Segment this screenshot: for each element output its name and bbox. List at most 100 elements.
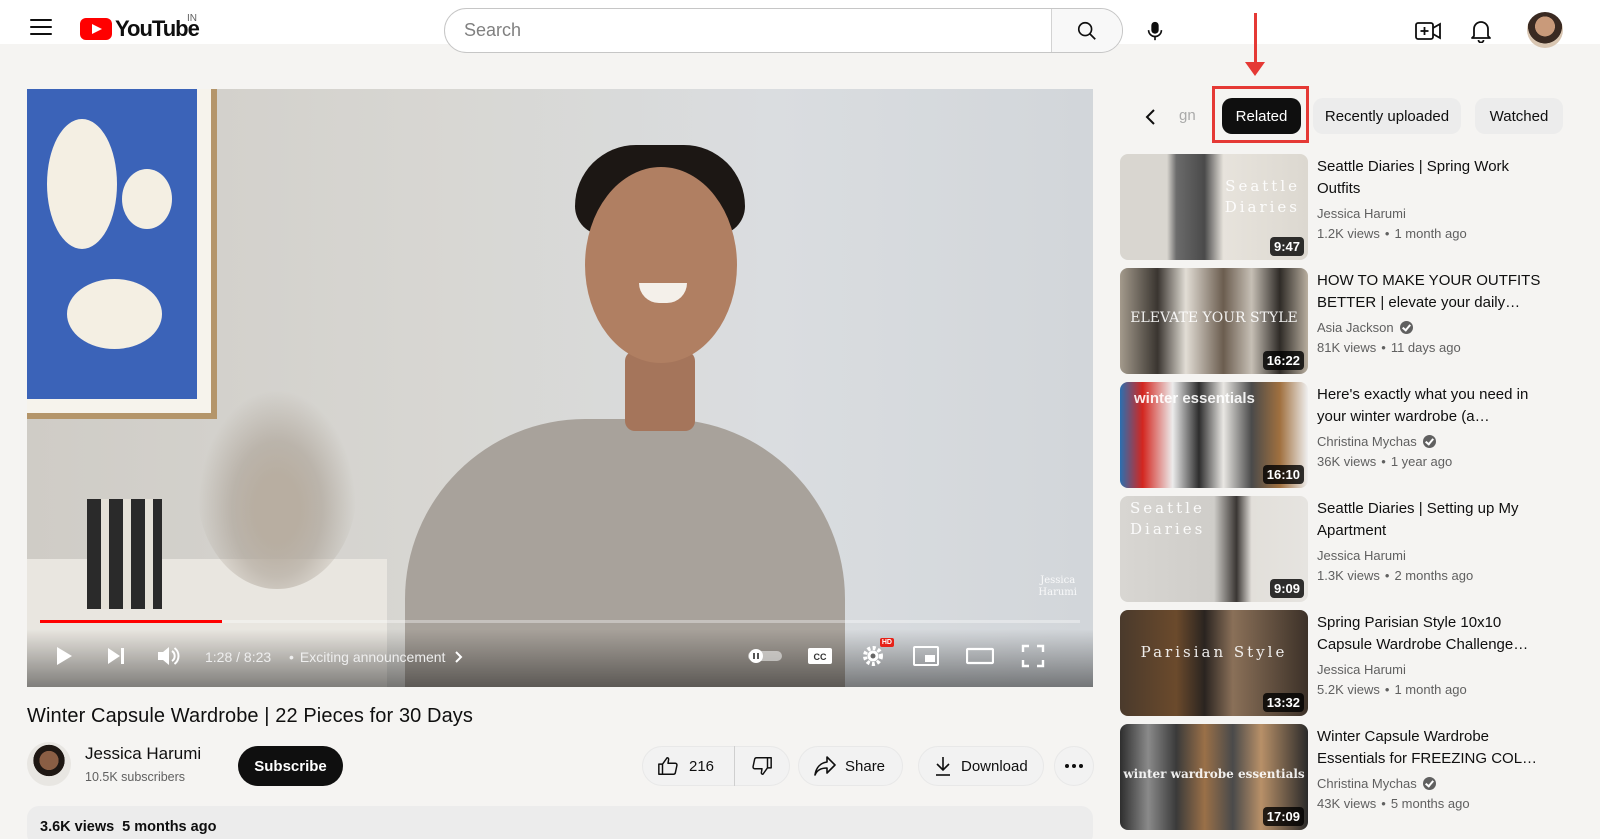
related-video[interactable]: winter essentials 16:10 Here's exactly w… (1120, 382, 1560, 490)
miniplayer-button[interactable] (911, 641, 941, 671)
create-button[interactable] (1413, 16, 1443, 46)
youtube-logo[interactable]: YouTube (80, 16, 200, 41)
play-icon (57, 647, 72, 665)
progress-bar[interactable] (40, 620, 1080, 623)
related-video[interactable]: Seattle Diaries 9:47 Seattle Diaries | Sp… (1120, 154, 1560, 262)
video-thumbnail: winter wardrobe essentials 17:09 (1120, 724, 1308, 830)
video-thumbnail: Seattle Diaries 9:09 (1120, 496, 1308, 602)
related-video-meta: 81K views • 11 days ago (1317, 340, 1461, 355)
video-player[interactable]: Jessica Harumi 1:28 / 8:23 • Exciting an… (27, 89, 1093, 687)
upload-date: 5 months ago (122, 819, 217, 835)
settings-button[interactable]: HD (858, 638, 894, 671)
time-display: 1:28 / 8:23 (205, 649, 272, 665)
fullscreen-icon (1021, 644, 1045, 668)
video-duration: 16:22 (1262, 351, 1304, 370)
description-stats: 3.6K views 5 months ago (40, 819, 216, 835)
chip-recently-uploaded[interactable]: Recently uploaded (1313, 98, 1461, 134)
related-video-meta: 5.2K views • 1 month ago (1317, 682, 1467, 697)
notifications-button[interactable] (1466, 16, 1496, 46)
search-box (444, 8, 1123, 53)
share-button[interactable]: Share (798, 746, 903, 786)
top-bar: YouTube IN (0, 0, 1600, 53)
annotation-arrow-line (1254, 13, 1257, 63)
thumbs-down-icon (752, 757, 772, 775)
volume-button[interactable] (153, 641, 183, 671)
share-label: Share (845, 757, 886, 775)
subscribe-button[interactable]: Subscribe (238, 746, 343, 786)
youtube-play-icon (80, 18, 112, 40)
dislike-button[interactable] (735, 746, 789, 786)
chip-partial[interactable]: gn (1179, 104, 1196, 128)
chip-watched[interactable]: Watched (1475, 98, 1563, 134)
theater-mode-button[interactable] (963, 641, 997, 671)
video-books (87, 499, 162, 609)
related-video-title: Here's exactly what you need in your win… (1317, 386, 1529, 425)
download-button[interactable]: Download (918, 746, 1044, 786)
thumbnail-text: Seattle Diaries (1130, 499, 1206, 538)
video-watermark: Jessica Harumi (1038, 575, 1077, 598)
related-video[interactable]: ELEVATE YOUR STYLE 16:22 HOW TO MAKE YOU… (1120, 268, 1560, 376)
related-video[interactable]: Seattle Diaries 9:09 Seattle Diaries | Se… (1120, 496, 1560, 604)
video-duration: 13:32 (1262, 693, 1304, 712)
chapter-title[interactable]: • Exciting announcement (289, 649, 465, 665)
closed-captions-icon: CC (808, 648, 832, 664)
related-video-channel: Christina Mychas (1317, 434, 1436, 449)
thumbs-up-icon (658, 757, 678, 775)
captions-button[interactable]: CC (805, 641, 835, 671)
related-video-title: Seattle Diaries | Setting up My Apartmen… (1317, 500, 1519, 539)
video-thumbnail: Parisian Style 13:32 (1120, 610, 1308, 716)
related-video-title: HOW TO MAKE YOUR OUTFITS BETTER | elevat… (1317, 272, 1541, 311)
video-thumbnail: Seattle Diaries 9:47 (1120, 154, 1308, 260)
related-video[interactable]: Parisian Style 13:32 Spring Parisian Sty… (1120, 610, 1560, 718)
video-duration: 9:47 (1269, 237, 1304, 256)
like-count: 216 (689, 757, 715, 775)
channel-avatar[interactable] (27, 742, 71, 786)
more-actions-button[interactable] (1054, 746, 1094, 786)
related-video-meta: 43K views • 5 months ago (1317, 796, 1470, 811)
hd-badge: HD (879, 638, 894, 647)
video-duration: 9:09 (1269, 579, 1304, 598)
related-video-channel: Jessica Harumi (1317, 548, 1406, 563)
chevron-left-icon (1145, 109, 1155, 125)
video-thumbnail: ELEVATE YOUR STYLE 16:22 (1120, 268, 1308, 374)
view-count: 3.6K views (40, 819, 115, 835)
share-icon (814, 756, 836, 776)
chips-scroll-left-button[interactable] (1135, 102, 1165, 132)
next-icon (108, 648, 124, 664)
download-label: Download (961, 757, 1028, 775)
thumbnail-text: winter essentials (1134, 390, 1255, 407)
related-video-title: Seattle Diaries | Spring Work Outfits (1317, 158, 1510, 197)
svg-text:CC: CC (814, 652, 827, 662)
related-video-title: Spring Parisian Style 10x10 Capsule Ward… (1317, 614, 1529, 653)
subscriber-count: 10.5K subscribers (85, 770, 186, 784)
theater-mode-icon (966, 647, 994, 665)
create-video-icon (1415, 22, 1441, 40)
related-video[interactable]: winter wardrobe essentials 17:09 Winter … (1120, 724, 1560, 832)
play-button[interactable] (49, 641, 79, 671)
like-button[interactable]: 216 (643, 746, 735, 786)
video-person-head (585, 167, 737, 363)
search-input[interactable] (445, 9, 1052, 52)
region-code: IN (187, 13, 197, 24)
channel-name[interactable]: Jessica Harumi (85, 744, 201, 764)
bell-icon (1471, 21, 1491, 43)
autoplay-toggle[interactable] (745, 641, 785, 671)
chevron-right-icon (455, 651, 463, 663)
video-plant (197, 389, 357, 589)
video-thumbnail: winter essentials 16:10 (1120, 382, 1308, 488)
account-avatar[interactable] (1527, 12, 1563, 48)
related-video-meta: 36K views • 1 year ago (1317, 454, 1453, 469)
verified-icon (1422, 777, 1436, 790)
menu-icon[interactable] (30, 19, 52, 37)
search-button[interactable] (1051, 9, 1122, 52)
related-video-channel: Christina Mychas (1317, 776, 1436, 791)
related-video-channel: Asia Jackson (1317, 320, 1413, 335)
verified-icon (1422, 435, 1436, 448)
annotation-arrow-head (1245, 62, 1265, 76)
next-button[interactable] (101, 641, 131, 671)
fullscreen-button[interactable] (1018, 641, 1048, 671)
download-icon (936, 757, 950, 776)
gear-icon (863, 646, 883, 666)
volume-icon (158, 647, 180, 665)
voice-search-button[interactable] (1140, 16, 1170, 46)
